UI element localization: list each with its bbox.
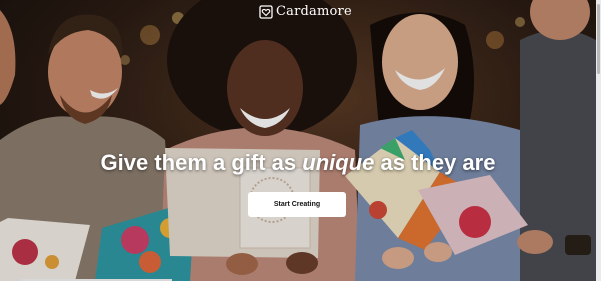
brand-logo[interactable]: Cardamore (259, 4, 352, 19)
heart-card-icon (259, 4, 273, 19)
headline-emphasis: unique (302, 150, 375, 175)
headline-text-before: Give them a gift as (100, 150, 303, 175)
brand-name: Cardamore (276, 4, 352, 19)
scrollbar-thumb[interactable] (597, 4, 600, 74)
hero-section: Cardamore Give them a gift as unique as … (0, 0, 596, 281)
start-creating-button[interactable]: Start Creating (248, 192, 346, 217)
hero-headline: Give them a gift as unique as they are (0, 150, 596, 176)
headline-text-after: as they are (374, 150, 496, 175)
hero-photo (0, 0, 596, 281)
page: Cardamore Give them a gift as unique as … (0, 0, 601, 281)
vertical-scrollbar[interactable] (596, 0, 601, 281)
